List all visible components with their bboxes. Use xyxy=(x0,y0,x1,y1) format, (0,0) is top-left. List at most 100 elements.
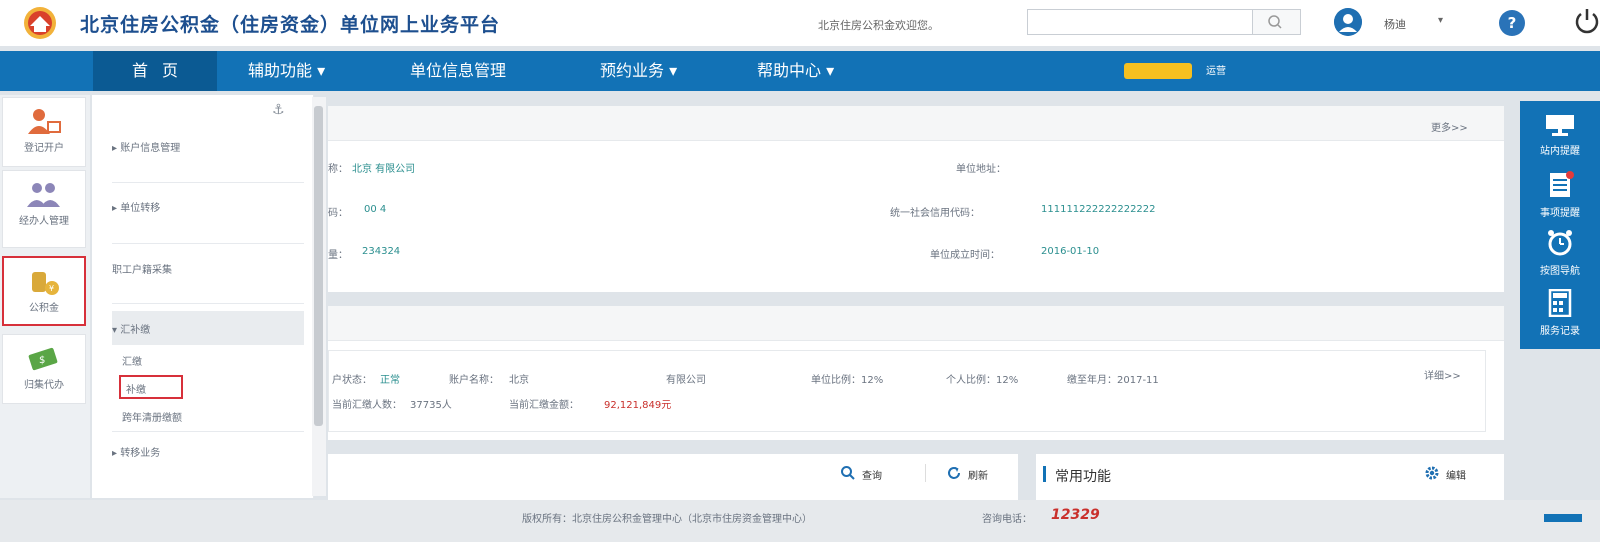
status-label: 户状态： xyxy=(332,375,372,386)
remit-amount-value: 92,121,849元 xyxy=(604,400,672,411)
nav-home[interactable]: 首页 xyxy=(93,51,217,91)
query-search-icon[interactable] xyxy=(840,465,856,481)
unit-info-header xyxy=(328,106,1504,141)
unit-name-label: 称： xyxy=(328,164,348,175)
right-tool-service-record[interactable]: 服务记录 xyxy=(1520,288,1600,337)
detail-link[interactable]: 详细>> xyxy=(1424,367,1461,382)
account-status-header xyxy=(328,306,1504,341)
paid-until: 缴至年月：2017-11 xyxy=(1067,375,1159,386)
hotline-label: 咨询电话： xyxy=(982,514,1032,525)
left-menu-agent-mgmt[interactable]: 经办人管理 xyxy=(2,170,86,248)
open-account-icon xyxy=(28,109,61,134)
svg-text:$: $ xyxy=(39,355,45,366)
submenu-remit[interactable]: 汇缴 xyxy=(122,353,142,368)
status-value: 正常 xyxy=(380,375,400,386)
document-list-icon xyxy=(1550,171,1574,197)
right-toolbar: 站内提醒 事项提醒 按图导航 服务记录 xyxy=(1520,101,1600,349)
section-accent-bar xyxy=(1043,466,1046,482)
right-tool-label: 服务记录 xyxy=(1540,326,1580,337)
search-input[interactable] xyxy=(1028,10,1252,34)
notice-text[interactable]: 运营 xyxy=(1206,62,1226,77)
nav-help-center[interactable]: 帮助中心 ▾ xyxy=(757,51,834,91)
founded-value: 2016-01-10 xyxy=(1041,246,1100,257)
hotline-number: 12329 xyxy=(1051,507,1100,523)
provident-fund-coin-icon: ¥ xyxy=(32,272,59,295)
footer-copyright: 版权所有：北京住房公积金管理中心（北京市住房资金管理中心） xyxy=(522,514,812,525)
nav-appointment[interactable]: 预约业务 ▾ xyxy=(600,51,677,91)
account-company-suffix: 有限公司 xyxy=(666,375,706,386)
unit-address-label: 单位地址： xyxy=(956,164,1006,175)
unit-ratio: 单位比例：12% xyxy=(811,375,884,386)
search-button[interactable] xyxy=(1253,9,1301,35)
account-name-label: 账户名称： xyxy=(449,375,499,386)
scrollbar-thumb[interactable] xyxy=(314,106,323,426)
calculator-icon xyxy=(1548,288,1572,318)
divider xyxy=(112,243,304,244)
notice-badge[interactable] xyxy=(1124,63,1192,79)
left-menu-label: 归集代办 xyxy=(24,380,64,391)
user-avatar-icon[interactable] xyxy=(1334,8,1362,36)
right-tool-site-reminder[interactable]: 站内提醒 xyxy=(1520,113,1600,157)
left-menu-open-account[interactable]: 登记开户 xyxy=(2,97,86,167)
divider xyxy=(112,303,304,304)
account-name-value: 北京 xyxy=(509,375,529,386)
more-link[interactable]: 更多>> xyxy=(1431,119,1468,134)
site-title: 北京住房公积金（住房资金）单位网上业务平台 xyxy=(80,14,501,36)
unit-code-value: 00 4 xyxy=(364,204,387,215)
submenu-remit-group[interactable]: ▾ 汇补缴 xyxy=(112,321,150,336)
main-nav: 首页 辅助功能 ▾ 单位信息管理 预约业务 ▾ 帮助中心 ▾ xyxy=(0,51,1600,91)
remit-amount-label: 当前汇缴金额： xyxy=(509,400,579,411)
submenu-staff-collect[interactable]: 职工户籍采集 xyxy=(112,261,172,276)
submenu-account-management[interactable]: ▸ 账户信息管理 xyxy=(112,139,180,154)
credit-code-label: 统一社会信用代码： xyxy=(890,208,980,219)
query-button[interactable]: 查询 xyxy=(862,467,882,482)
credit-code-value: 111111222222222222 xyxy=(1041,204,1156,215)
logout-power-icon[interactable] xyxy=(1572,6,1600,36)
search-box xyxy=(1027,9,1253,35)
remit-count-label: 当前汇缴人数： xyxy=(332,400,402,411)
submenu-cross-year[interactable]: 跨年清册缴额 xyxy=(122,409,182,424)
nav-unit-info[interactable]: 单位信息管理 xyxy=(410,51,506,91)
query-panel xyxy=(328,454,1018,504)
help-icon[interactable]: ? xyxy=(1499,10,1525,36)
refresh-icon[interactable] xyxy=(946,465,962,481)
agent-group-icon xyxy=(27,183,60,207)
submenu-transfer-business[interactable]: ▸ 转移业务 xyxy=(112,444,160,459)
edit-button[interactable]: 编辑 xyxy=(1446,467,1466,482)
gear-icon[interactable] xyxy=(1424,465,1440,481)
svg-text:¥: ¥ xyxy=(49,284,54,293)
personal-ratio: 个人比例：12% xyxy=(946,375,1019,386)
unit-name-value: 北京 有限公司 xyxy=(352,164,416,175)
welcome-text: 北京住房公积金欢迎您。 xyxy=(818,19,939,32)
left-menu-label: 登记开户 xyxy=(24,143,64,154)
divider xyxy=(925,464,926,482)
left-menu-provident-fund[interactable]: ¥ 公积金 xyxy=(2,256,86,326)
housing-fund-logo-icon xyxy=(24,7,56,39)
sub-menu: ▸ 账户信息管理 ▸ 单位转移 职工户籍采集 ▾ 汇补缴 汇缴 补缴 跨年清册缴… xyxy=(92,95,314,498)
right-tool-label: 站内提醒 xyxy=(1540,146,1580,157)
bank-label: 量： xyxy=(328,250,348,261)
nav-assist[interactable]: 辅助功能 ▾ xyxy=(248,51,325,91)
user-menu-caret-icon[interactable]: ▾ xyxy=(1438,15,1443,26)
divider xyxy=(112,182,304,183)
right-tool-map-nav[interactable]: 按图导航 xyxy=(1520,229,1600,277)
right-tool-item-reminder[interactable]: 事项提醒 xyxy=(1520,171,1600,219)
right-tool-label: 事项提醒 xyxy=(1540,208,1580,219)
pin-anchor-icon[interactable]: ⚓ xyxy=(272,102,285,118)
bank-value: 234324 xyxy=(362,246,401,257)
user-name[interactable]: 杨迪 xyxy=(1384,16,1406,32)
left-menu-label: 公积金 xyxy=(29,303,59,314)
search-icon xyxy=(1268,15,1282,29)
money-note-icon: $ xyxy=(28,347,58,371)
submenu-supplement[interactable]: 补缴 xyxy=(126,381,146,396)
divider xyxy=(112,431,304,432)
unit-code-label: 码： xyxy=(328,208,348,219)
submenu-unit-transfer[interactable]: ▸ 单位转移 xyxy=(112,199,160,214)
footer-status-bar xyxy=(1544,514,1582,522)
left-menu-collection-agent[interactable]: $ 归集代办 xyxy=(2,334,86,404)
remit-count-value: 37735人 xyxy=(410,400,452,411)
refresh-button[interactable]: 刷新 xyxy=(968,467,988,482)
monitor-icon xyxy=(1546,115,1574,136)
right-tool-label: 按图导航 xyxy=(1540,266,1580,277)
left-menu-label: 经办人管理 xyxy=(19,216,69,227)
